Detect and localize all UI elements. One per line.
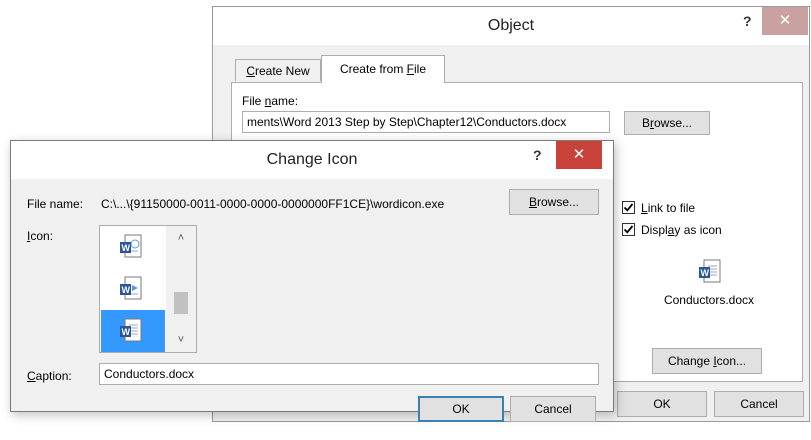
change-icon-ok-button[interactable]: OK (418, 396, 504, 422)
link-to-file-checkbox[interactable] (622, 201, 635, 214)
help-icon[interactable]: ? (533, 147, 542, 163)
change-icon-dialog: Change Icon ? ✕ File name: C:\...\{91150… (10, 140, 614, 412)
checkmark-icon (623, 225, 634, 234)
svg-text:W: W (122, 285, 131, 295)
file-name-value: C:\...\{91150000-0011-0000-0000-0000000F… (101, 197, 445, 211)
cancel-button[interactable]: Cancel (714, 391, 804, 417)
checkmark-icon (623, 203, 634, 212)
word-doc-icon: W (120, 276, 142, 300)
close-button[interactable]: ✕ (556, 141, 602, 169)
svg-text:W: W (122, 327, 131, 337)
word-doc-icon: W (120, 234, 142, 258)
icon-caption: Conductors.docx (663, 293, 755, 307)
ok-button[interactable]: OK (617, 391, 707, 417)
caption-label: Caption: (27, 369, 72, 383)
tab-create-new[interactable]: Create New (235, 59, 321, 81)
icon-list-item-selected[interactable]: W (101, 310, 165, 352)
object-dialog-title: Object (487, 17, 535, 34)
caption-input[interactable]: Conductors.docx (99, 363, 599, 385)
svg-text:W: W (122, 243, 131, 253)
file-name-label: File name: (27, 197, 84, 211)
word-doc-icon: W (120, 318, 142, 342)
icon-list[interactable]: W W W ˄ ˅ (99, 225, 197, 353)
display-as-icon-checkbox[interactable] (622, 223, 635, 236)
display-as-icon-label: Display as icon (641, 223, 722, 237)
icon-list-item[interactable]: W (101, 268, 165, 310)
link-to-file-label: Link to file (641, 201, 696, 215)
word-doc-icon: W (699, 259, 721, 283)
scroll-up-icon[interactable]: ˄ (166, 228, 196, 248)
object-title-bar: Object ? ✕ (213, 7, 809, 45)
svg-text:W: W (701, 268, 710, 278)
tab-create-from-file[interactable]: Create from File (321, 55, 445, 83)
scrollbar[interactable]: ˄ ˅ (166, 226, 196, 352)
scroll-down-icon[interactable]: ˅ (166, 330, 196, 350)
file-name-label: File name: (242, 94, 299, 108)
change-icon-cancel-button[interactable]: Cancel (510, 396, 596, 422)
file-name-input[interactable]: ments\Word 2013 Step by Step\Chapter12\C… (242, 111, 610, 133)
browse-button[interactable]: Browse... (624, 111, 710, 135)
scroll-thumb[interactable] (174, 292, 188, 314)
change-icon-title-bar: Change Icon ? ✕ (11, 141, 613, 179)
icon-label: Icon: (27, 229, 54, 243)
change-icon-button[interactable]: Change Icon... (652, 348, 762, 374)
icon-list-item[interactable]: W (101, 226, 165, 268)
help-icon[interactable]: ? (743, 13, 752, 29)
browse-button[interactable]: Browse... (509, 189, 599, 215)
close-button[interactable]: ✕ (762, 7, 808, 35)
change-icon-dialog-title: Change Icon (266, 151, 358, 168)
